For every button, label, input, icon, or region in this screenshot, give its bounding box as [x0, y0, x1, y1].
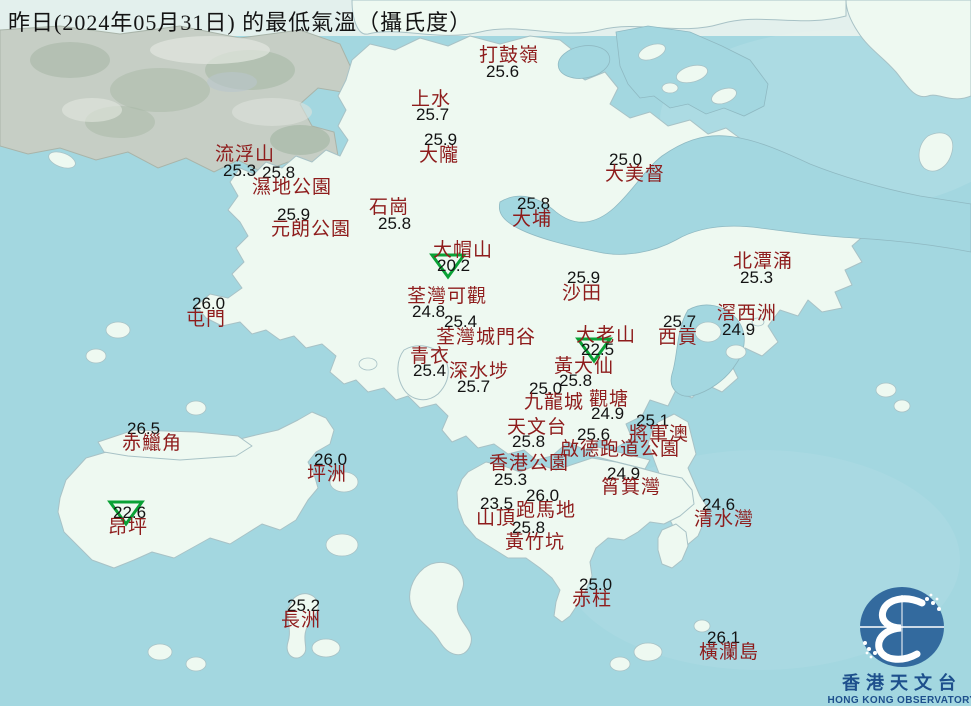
station-label: 昂坪: [108, 517, 149, 538]
station-label: 大帽山: [433, 240, 494, 261]
station-label: 山頂: [476, 508, 517, 529]
hko-logo-emblem: [860, 587, 944, 667]
hko-logo: 香港天文台 HONG KONG OBSERVATORY: [822, 583, 971, 706]
station-label: 濕地公園: [252, 177, 333, 198]
logo-name-en: HONG KONG OBSERVATORY: [827, 695, 971, 706]
station-label: 青衣: [410, 346, 451, 367]
station-label: 大埔: [512, 209, 553, 230]
station-label: 天文台: [507, 417, 568, 438]
station-label: 滘西洲: [717, 303, 778, 324]
map-title: 昨日(2024年05月31日) 的最低氣溫（攝氏度）: [8, 10, 473, 35]
logo-name-cn: 香港天文台: [842, 673, 962, 693]
station-label: 荃灣城門谷: [436, 327, 537, 348]
station-label: 啟德跑道公園: [560, 439, 681, 460]
station-label: 筲箕灣: [601, 477, 662, 498]
station-label: 上水: [411, 89, 452, 110]
station-label: 沙田: [562, 283, 603, 304]
station-label: 長洲: [281, 610, 322, 631]
station-label: 橫瀾島: [699, 642, 760, 663]
station-label: 坪洲: [307, 464, 348, 485]
station-label: 元朗公園: [271, 219, 352, 240]
station-label: 打鼓嶺: [479, 45, 540, 66]
station-label: 九龍城: [524, 392, 585, 413]
station-label: 大隴: [419, 145, 460, 166]
station-label: 大老山: [576, 325, 637, 346]
station-label: 深水埗: [449, 361, 510, 382]
station-label: 流浮山: [215, 144, 276, 165]
station-label: 西貢: [658, 327, 699, 348]
station-label: 赤柱: [572, 589, 613, 610]
station-label: 荃灣可觀: [407, 286, 488, 307]
station-label: 屯門: [186, 309, 227, 330]
station-label: 黃大仙: [554, 356, 615, 377]
station-label: 北潭涌: [733, 251, 794, 272]
station-label: 石崗: [369, 197, 410, 218]
station-label: 赤鱲角: [122, 433, 183, 454]
station-label: 大美督: [605, 164, 666, 185]
station-label: 清水灣: [694, 509, 755, 530]
station-label: 黃竹坑: [505, 532, 566, 553]
station-label: 觀塘: [589, 389, 630, 410]
station-label: 香港公園: [489, 453, 570, 474]
